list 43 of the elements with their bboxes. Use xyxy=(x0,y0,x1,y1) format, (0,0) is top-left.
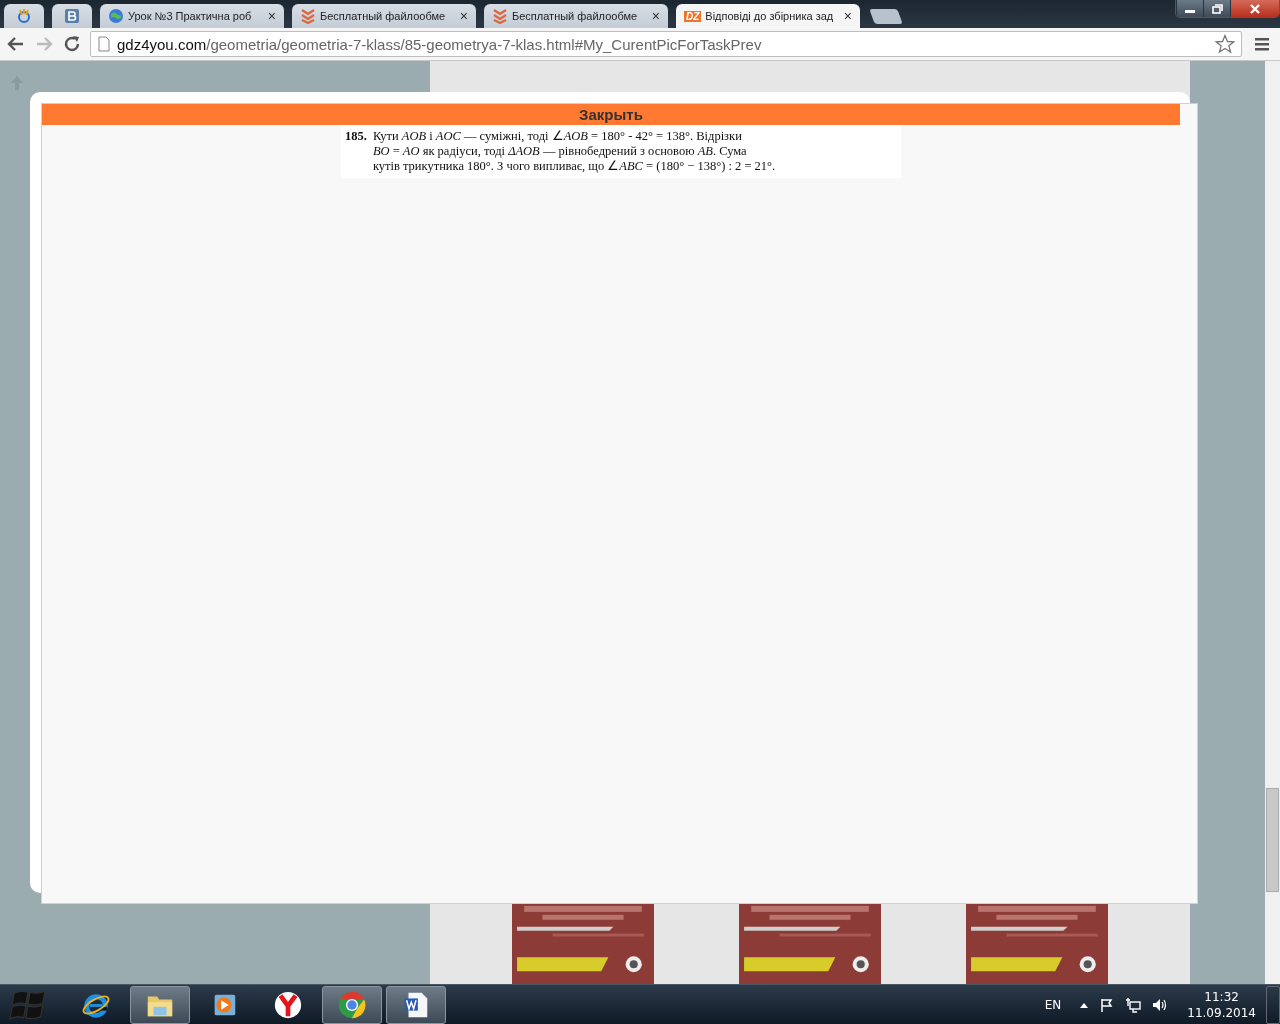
reload-icon[interactable] xyxy=(62,34,82,54)
page-icon xyxy=(97,36,111,52)
close-bar-button[interactable]: Закрыть xyxy=(42,104,1180,125)
network-icon[interactable] xyxy=(1125,996,1142,1013)
minimize-icon xyxy=(1185,10,1195,13)
scrollbar-thumb[interactable] xyxy=(1266,788,1279,892)
site-logo: DZ xyxy=(684,10,702,22)
browser-tab[interactable]: Бесплатный файлообме × xyxy=(484,4,668,28)
close-button[interactable] xyxy=(1230,0,1279,17)
chevrons-icon xyxy=(492,8,508,24)
browser-tab[interactable]: Бесплатный файлообме × xyxy=(292,4,476,28)
new-tab-button[interactable] xyxy=(869,9,903,24)
browser-tab[interactable]: Урок №3 Практична роб × xyxy=(100,4,284,28)
square-logo-icon xyxy=(64,8,80,24)
language-indicator[interactable]: EN xyxy=(1044,997,1062,1012)
restore-button[interactable] xyxy=(1203,0,1230,17)
tab-close-button[interactable]: × xyxy=(267,8,276,24)
browser-tab[interactable]: DZ Відповіді до збірника зад × xyxy=(676,4,860,28)
globe-icon xyxy=(108,8,124,24)
tab-close-button[interactable]: × xyxy=(651,8,660,24)
bookmark-star-icon[interactable] xyxy=(1215,34,1235,54)
taskbar-app[interactable] xyxy=(322,985,382,1024)
show-hidden-icons[interactable] xyxy=(1079,1001,1090,1008)
clock-time: 11:32 xyxy=(1204,988,1239,1005)
y-browser-icon xyxy=(273,989,303,1020)
pinned-tab[interactable] xyxy=(4,4,44,28)
chrome-icon xyxy=(337,989,367,1020)
chevrons-icon xyxy=(300,8,316,24)
show-desktop-button[interactable] xyxy=(1266,985,1280,1024)
taskbar-app[interactable] xyxy=(386,985,446,1024)
taskbar-app[interactable] xyxy=(130,985,190,1024)
clock[interactable]: 11:32 11.09.2014 xyxy=(1187,988,1256,1021)
solution-text: BO = AO як радіуси, тоді ΔAOB — рівнобедрений з основою AB. Сума xyxy=(372,144,748,159)
solution-text: кутів трикутника 180°. З чого випливає, що ∠ABC = (180° − 138°) : 2 = 21°. xyxy=(372,159,776,174)
solution-text: Кути AOB і AOC — суміжні, тоді ∠AOB = 180° - 42° = 138°. Відрізки xyxy=(372,129,743,144)
tab-close-button[interactable]: × xyxy=(459,8,468,24)
address-field[interactable]: gdz4you.com/geometria/geometria-7-klass/85-geometrya-7-klas.html#My_CurentPicForTaskPrev xyxy=(90,31,1242,57)
task-number: 185. xyxy=(345,129,367,145)
minimize-button[interactable] xyxy=(1176,0,1203,17)
pinned-tab[interactable] xyxy=(52,4,92,28)
tab-close-button[interactable]: × xyxy=(843,8,852,24)
menu-icon[interactable] xyxy=(1254,36,1270,52)
clock-date: 11.09.2014 xyxy=(1187,1004,1256,1021)
